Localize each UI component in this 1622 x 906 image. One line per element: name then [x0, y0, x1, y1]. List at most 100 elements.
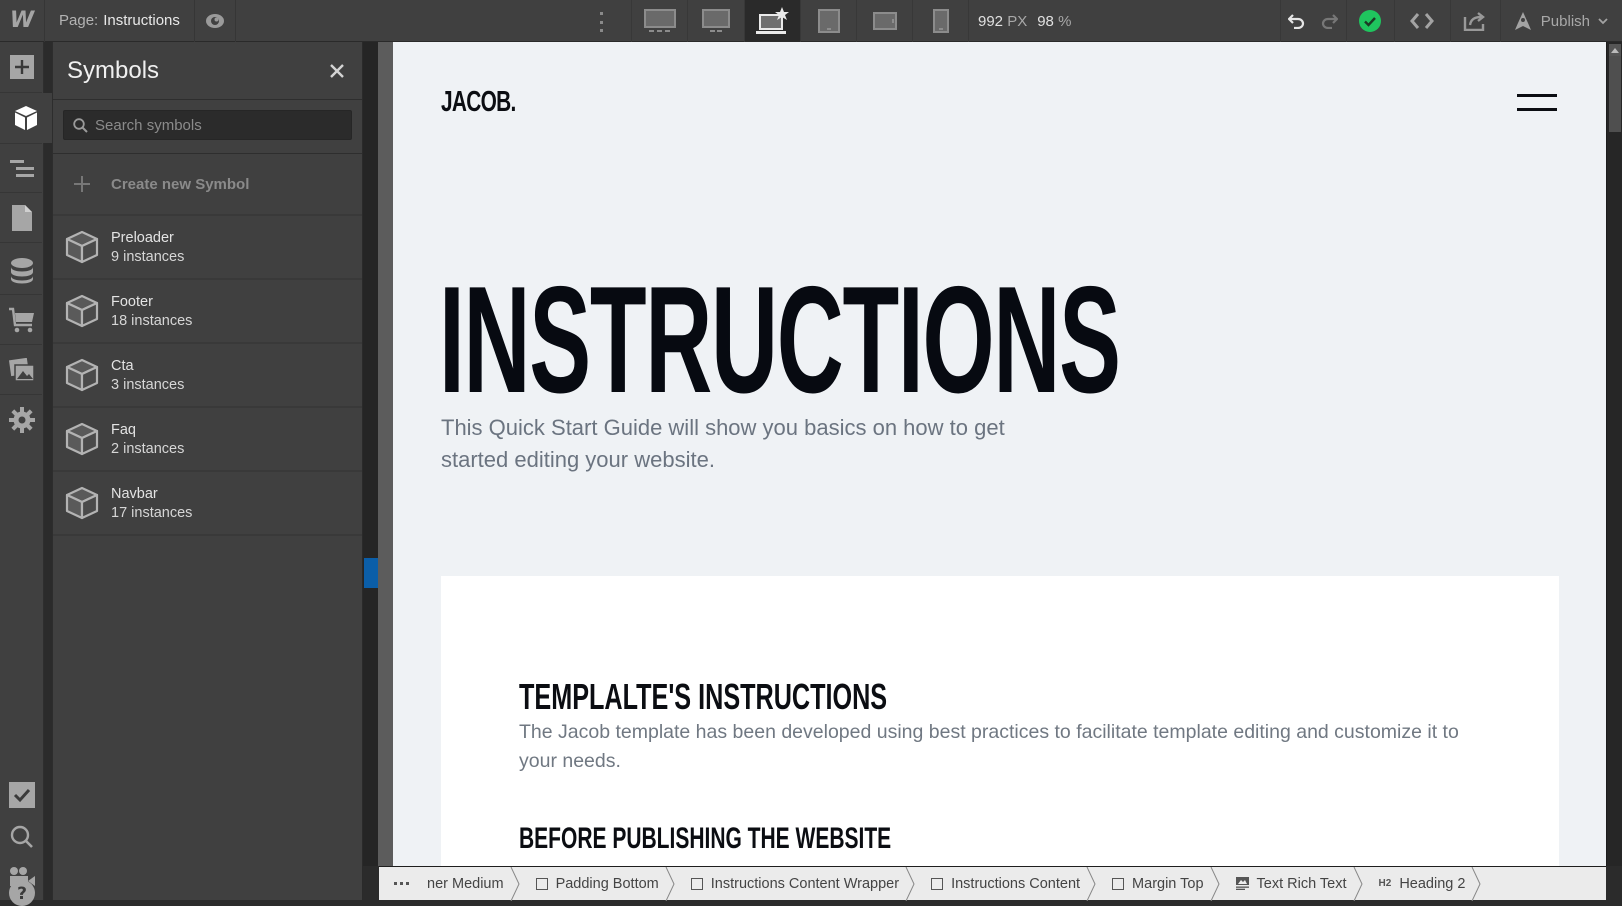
symbol-item[interactable]: Navbar 17 instances: [53, 472, 362, 536]
webflow-logo[interactable]: W: [0, 0, 44, 42]
breakpoint-mobile-landscape[interactable]: [856, 0, 912, 42]
hero-heading[interactable]: INSTRUCTIONS: [439, 264, 1121, 416]
site-brand-logo[interactable]: JACOB.: [441, 86, 516, 119]
share-button[interactable]: [1449, 0, 1500, 42]
search-box: [63, 110, 352, 140]
rail-assets[interactable]: [0, 345, 44, 395]
plus-icon: [74, 176, 90, 192]
create-new-symbol-button[interactable]: Create new Symbol: [53, 154, 362, 216]
breadcrumb-label: ner Medium: [427, 875, 504, 892]
page-selector[interactable]: Page: Instructions: [45, 0, 194, 42]
rail-cms[interactable]: [0, 246, 44, 296]
symbol-cube-icon: [65, 230, 99, 264]
breakpoint-mobile-portrait[interactable]: [912, 0, 968, 42]
breakpoint-desktop-lg[interactable]: [687, 0, 743, 42]
top-bar: W Page: Instructions 992 PX 98 % Publish: [0, 0, 1622, 42]
search-symbols-input[interactable]: [95, 116, 335, 134]
symbol-item[interactable]: Preloader 9 instances: [53, 216, 362, 280]
code-export-button[interactable]: [1393, 0, 1450, 42]
instructions-card[interactable]: TEMPLALTE'S INSTRUCTIONS The Jacob templ…: [441, 576, 1559, 866]
breakpoint-tablet[interactable]: [800, 0, 856, 42]
page-prefix: Page:: [59, 12, 99, 29]
eye-icon: [205, 13, 224, 28]
selection-indicator: [364, 558, 378, 588]
width-value: 992: [978, 12, 1004, 30]
rail-settings[interactable]: [0, 395, 44, 445]
breadcrumb-item[interactable]: Margin Top: [1096, 866, 1220, 901]
rail-add-elements[interactable]: [0, 42, 44, 92]
breadcrumb-separator-icon: [1471, 866, 1481, 901]
navigator-icon: [10, 160, 34, 177]
design-canvas[interactable]: JACOB. INSTRUCTIONS This Quick Start Gui…: [393, 42, 1606, 866]
symbol-cube-icon: [65, 358, 99, 392]
dot: [599, 29, 603, 32]
symbol-item[interactable]: Faq 2 instances: [53, 408, 362, 472]
more-options-button[interactable]: [596, 12, 606, 32]
publish-button[interactable]: Publish: [1499, 0, 1622, 42]
rail-ecommerce[interactable]: [0, 295, 44, 345]
history-group: [1279, 0, 1346, 42]
breadcrumb-item-current[interactable]: H2 Heading 2: [1363, 866, 1482, 901]
phone-landscape-icon: [872, 12, 897, 30]
card-subheading[interactable]: BEFORE PUBLISHING THE WEBSITE: [519, 822, 891, 856]
close-panel-button[interactable]: [326, 60, 348, 82]
breakpoint-desktop-base[interactable]: [744, 0, 800, 42]
breadcrumb-item[interactable]: ner Medium: [423, 866, 520, 901]
redo-icon[interactable]: [1320, 13, 1339, 29]
panel-header: Symbols: [53, 42, 362, 100]
symbol-text: Footer 18 instances: [111, 294, 192, 329]
save-status[interactable]: [1345, 0, 1394, 42]
symbol-item[interactable]: Cta 3 instances: [53, 344, 362, 408]
undo-icon[interactable]: [1288, 13, 1306, 29]
scrollbar-thumb[interactable]: [1609, 56, 1621, 132]
rail-pages[interactable]: [0, 193, 44, 243]
hero-subtitle[interactable]: This Quick Start Guide will show you bas…: [441, 412, 1041, 476]
rail-help[interactable]: ?: [0, 880, 44, 906]
divider: [968, 0, 969, 42]
hamburger-menu-icon[interactable]: [1517, 94, 1557, 112]
symbol-name: Preloader: [111, 229, 174, 246]
panel-resize-gutter[interactable]: [363, 42, 393, 866]
breadcrumb-item[interactable]: Text Rich Text: [1220, 866, 1363, 901]
phone-portrait-icon: [932, 9, 949, 33]
code-icon: [1410, 13, 1435, 29]
breakpoint-desktop-xl[interactable]: [631, 0, 687, 42]
left-icon-rail: ?: [0, 42, 52, 906]
breadcrumb-separator-icon: [1210, 866, 1220, 901]
tablet-icon: [817, 9, 840, 33]
symbol-item[interactable]: Footer 18 instances: [53, 280, 362, 344]
card-heading[interactable]: TEMPLALTE'S INSTRUCTIONS: [519, 676, 887, 718]
monitor-xl-icon: [643, 9, 676, 32]
panel-title: Symbols: [67, 56, 160, 84]
cube-icon: [15, 106, 37, 130]
rich-text-icon: [1235, 877, 1249, 890]
symbol-name: Navbar: [111, 485, 158, 502]
rail-symbols[interactable]: [0, 93, 52, 143]
close-icon: [330, 63, 344, 78]
box-icon: [535, 877, 548, 890]
symbol-instance-count: 17 instances: [111, 504, 193, 521]
symbol-cube-icon: [65, 486, 99, 520]
scroll-up-button[interactable]: [1609, 44, 1621, 56]
arrow-up-icon: [1611, 47, 1619, 53]
zoom-value: 98: [1037, 12, 1054, 30]
preview-button[interactable]: [195, 0, 235, 42]
monitor-lg-icon: [701, 9, 730, 32]
breadcrumb-item[interactable]: Instructions Content Wrapper: [675, 866, 915, 901]
breadcrumb-separator-icon: [510, 866, 520, 901]
canvas-left-edge: [378, 42, 393, 866]
symbols-panel: Symbols Create new Symbol Preloader 9 in…: [52, 42, 363, 900]
breadcrumb-item[interactable]: Padding Bottom: [520, 866, 675, 901]
dot: [393, 882, 397, 885]
box-icon: [1112, 877, 1125, 890]
divider: [0, 242, 42, 243]
symbol-instance-count: 9 instances: [111, 248, 185, 265]
card-paragraph[interactable]: The Jacob template has been developed us…: [519, 718, 1479, 776]
breadcrumb-item[interactable]: Instructions Content: [915, 866, 1096, 901]
canvas-scrollbar[interactable]: [1606, 42, 1622, 866]
rail-navigator[interactable]: [0, 144, 44, 194]
symbol-instance-count: 18 instances: [111, 312, 193, 329]
breadcrumb-more-button[interactable]: [379, 867, 423, 901]
plus-icon: [10, 55, 34, 79]
dot: [599, 20, 603, 24]
